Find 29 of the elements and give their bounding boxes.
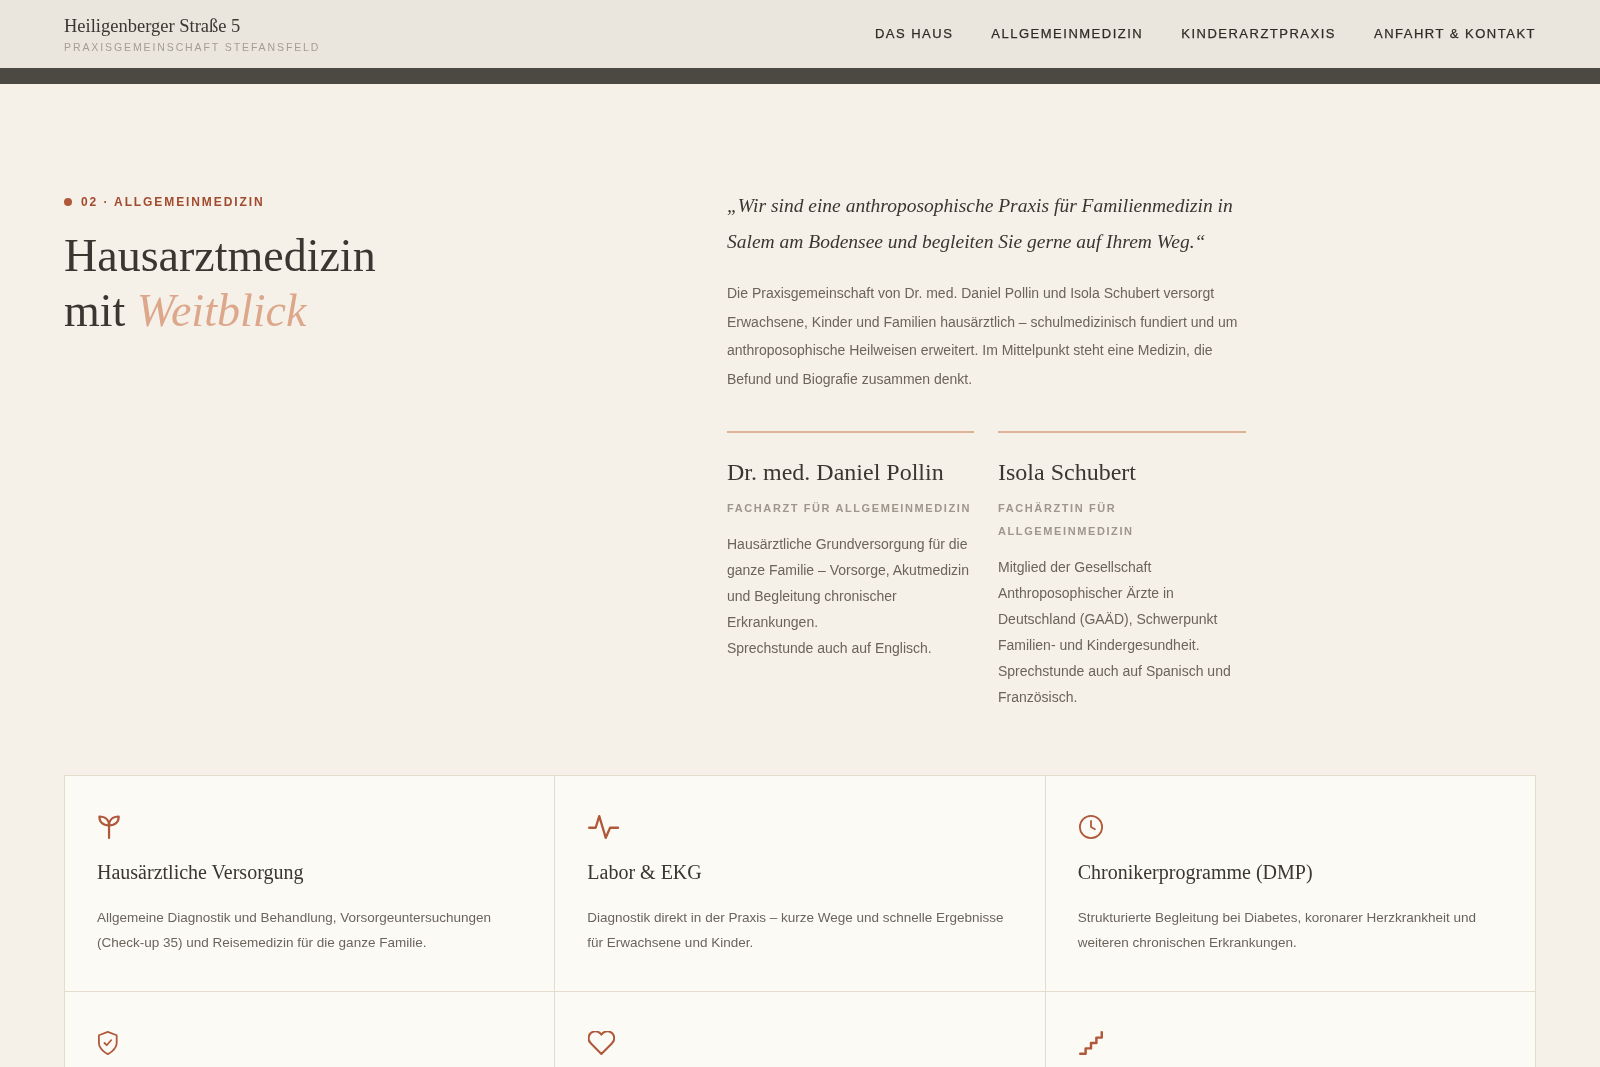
- doctor-role: FACHARZT FÜR ALLGEMEINMEDIZIN: [727, 500, 972, 516]
- dot-icon: [64, 198, 72, 206]
- site-title: Heiligenberger Straße 5: [64, 14, 241, 37]
- service-title: Chronikerprogramme (DMP): [1077, 860, 1314, 886]
- doctor-bio: Hausärztliche Grundversorgung für die ganze Familie – Vorsorge, Akutmedizin und Begleitung chronischer Erkrankungen. Sprechstunde auch auf Englisch.: [727, 534, 970, 658]
- site-subtitle: PRAXISGEMEINSCHAFT STEFANSFELD: [64, 40, 321, 54]
- stairs-icon: [1078, 1031, 1103, 1055]
- nav-link[interactable]: KINDERARZTPRAXIS: [1181, 26, 1336, 42]
- service-description: Diagnostik direkt in der Praxis – kurze Wege und schnelle Ergebnisse für Erwachsene und Kinder.: [587, 909, 1005, 952]
- nav-link[interactable]: DAS HAUS: [874, 26, 954, 42]
- service-description: Strukturierte Begleitung bei Diabetes, koronarer Herzkrankheit und weiteren chronischen Erkrankungen.: [1077, 909, 1478, 952]
- nav-link[interactable]: ANFAHRT & KONTAKT: [1373, 26, 1536, 42]
- service-description: Allgemeine Diagnostik und Behandlung, Vorsorgeuntersuchungen (Check-up 35) und Reisemedizin für die ganze Familie.: [97, 909, 493, 952]
- section-heading: Hausarztmedizin mit Weitblick: [64, 229, 377, 338]
- doctor-role: FACHÄRZTIN FÜR ALLGEMEINMEDIZIN: [998, 500, 1135, 539]
- sprout-icon: [98, 815, 121, 839]
- heart-icon: [588, 1031, 616, 1055]
- pulse-line-icon: [588, 815, 620, 839]
- doctor-name: Isola Schubert: [998, 457, 1137, 487]
- quote-text: „Wir sind eine anthroposophische Praxis für Familienmedizin in Salem am Bodensee und begleiten Sie gerne auf Ihrem Weg.“: [727, 194, 1234, 254]
- shield-check-icon: [98, 1031, 118, 1055]
- intro-paragraph: Die Praxisgemeinschaft von Dr. med. Daniel Pollin und Isola Schubert versorgt Erwachsene, Kinder und Familien hausärztlich – schulmedizinisch fundiert und um anthroposophische Heilweisen erweitert. Im Mittelpunkt steht eine Medizin, die Befund und Biografie zusammen denkt.: [727, 284, 1239, 389]
- doctor-name: Dr. med. Daniel Pollin: [727, 457, 945, 487]
- clock-icon: [1078, 815, 1103, 839]
- eyebrow-label: 02 · ALLGEMEINMEDIZIN: [81, 194, 265, 210]
- doctor-bio: Mitglied der Gesellschaft Anthroposophischer Ärzte in Deutschland (GAÄD), Schwerpunkt Familien- und Kindergesundheit. Sprechstunde auch auf Spanisch und Französisch.: [998, 557, 1232, 707]
- nav-link[interactable]: ALLGEMEINMEDIZIN: [991, 26, 1144, 42]
- service-title: Labor & EKG: [587, 860, 703, 885]
- service-title: Hausärztliche Versorgung: [97, 860, 305, 886]
